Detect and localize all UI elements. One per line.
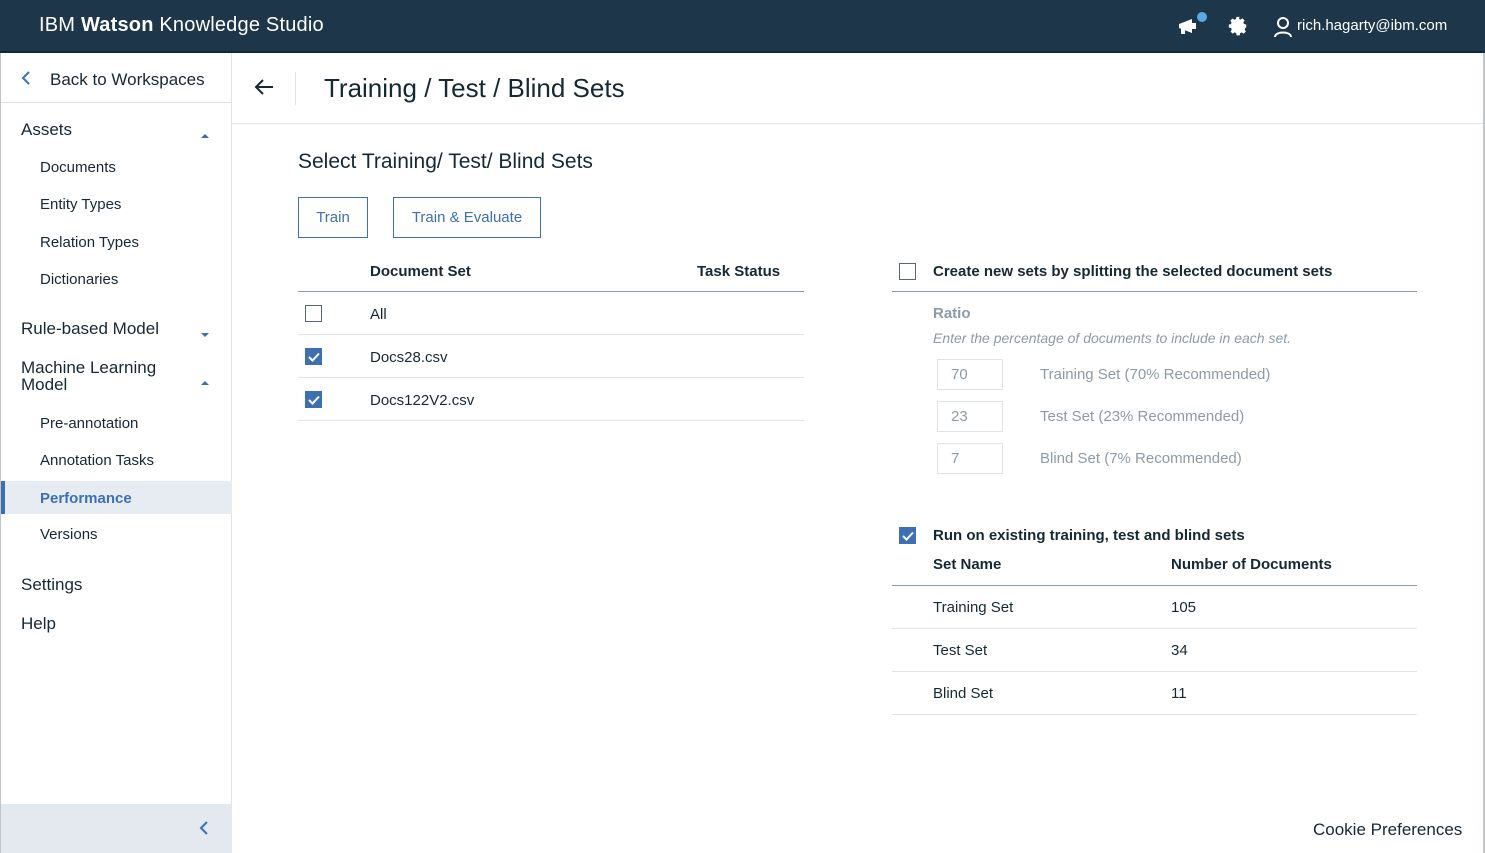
notification-dot (1197, 12, 1207, 22)
document-set-name: Docs122V2.csv (370, 392, 475, 409)
user-icon[interactable] (1274, 16, 1294, 38)
gear-icon[interactable] (1227, 15, 1251, 39)
top-bar: IBM Watson Knowledge Studio rich.hagarty… (0, 0, 1485, 53)
existing-sets-checkbox[interactable] (899, 527, 916, 544)
caret-up-icon[interactable] (200, 373, 210, 385)
existing-sets-label[interactable]: Run on existing training, test and blind… (933, 527, 1245, 544)
set-document-count: 34 (1171, 642, 1188, 659)
split-sets-checkbox[interactable] (899, 263, 916, 280)
app-brand[interactable]: IBM Watson Knowledge Studio (39, 14, 324, 37)
section-title: Select Training/ Test/ Blind Sets (298, 150, 593, 173)
chevron-left-icon (21, 71, 31, 90)
table-row: Test Set 34 (892, 629, 1417, 672)
user-email[interactable]: rich.hagarty@ibm.com (1297, 17, 1447, 34)
sidebar: Back to Workspaces Assets Documents Enti… (0, 53, 232, 853)
sidebar-footer (1, 804, 232, 853)
column-header-set-name: Set Name (933, 556, 1002, 573)
table-row: Blind Set 11 (892, 672, 1417, 715)
collapse-sidebar-icon[interactable] (199, 820, 209, 841)
document-set-table: Document Set Task Status All Docs28.csv … (298, 251, 804, 421)
caret-down-icon[interactable] (200, 325, 210, 337)
set-name: Test Set (933, 642, 988, 659)
blind-ratio-input[interactable]: 7 (937, 443, 1003, 474)
sidebar-item-versions[interactable]: Versions (40, 526, 98, 543)
training-ratio-input[interactable]: 70 (937, 359, 1003, 390)
sidebar-item-pre-annotation[interactable]: Pre-annotation (40, 415, 138, 432)
sidebar-item-entity-types[interactable]: Entity Types (40, 196, 121, 213)
ratio-help-text: Enter the percentage of documents to inc… (933, 330, 1292, 346)
sidebar-item-dictionaries[interactable]: Dictionaries (40, 271, 118, 288)
page-header: Training / Test / Blind Sets (232, 53, 1483, 124)
select-all-checkbox[interactable] (305, 305, 322, 322)
set-document-count: 105 (1171, 599, 1197, 616)
train-evaluate-button[interactable]: Train & Evaluate (393, 197, 541, 238)
sidebar-item-performance-label: Performance (40, 490, 132, 507)
sidebar-item-help[interactable]: Help (21, 614, 56, 634)
document-set-name: Docs28.csv (370, 349, 448, 366)
test-ratio-input[interactable]: 23 (937, 401, 1003, 432)
train-button[interactable]: Train (298, 197, 368, 238)
table-row: Docs122V2.csv (298, 378, 804, 421)
brand-suffix: Knowledge Studio (159, 14, 324, 36)
sidebar-item-relation-types[interactable]: Relation Types (40, 234, 139, 251)
ratio-label: Ratio (933, 305, 971, 322)
test-ratio-label: Test Set (23% Recommended) (1040, 408, 1245, 425)
page-title: Training / Test / Blind Sets (324, 73, 625, 103)
brand-bold: Watson (80, 14, 154, 36)
column-header-task-status[interactable]: Task Status (697, 263, 780, 280)
set-name: Training Set (933, 599, 1014, 616)
training-ratio-label: Training Set (70% Recommended) (1040, 366, 1271, 383)
caret-up-icon[interactable] (200, 126, 210, 138)
sidebar-item-documents[interactable]: Documents (40, 159, 116, 176)
back-to-workspaces-link[interactable]: Back to Workspaces (1, 53, 232, 103)
sidebar-section-rule-based-model[interactable]: Rule-based Model (21, 319, 159, 339)
header-divider (295, 72, 296, 105)
sidebar-section-ml-model[interactable]: Machine Learning Model (21, 359, 156, 393)
back-to-workspaces-label: Back to Workspaces (50, 70, 205, 89)
existing-sets-table: Training Set 105 Test Set 34 Blind Set 1… (892, 586, 1417, 715)
document-set-checkbox[interactable] (305, 348, 322, 365)
table-row: All (298, 292, 804, 335)
column-header-number-of-documents: Number of Documents (1171, 556, 1332, 573)
sidebar-item-settings[interactable]: Settings (21, 575, 82, 595)
set-name: Blind Set (933, 685, 994, 702)
table-row: Training Set 105 (892, 586, 1417, 629)
ml-model-label-line2: Model (21, 375, 68, 394)
blind-ratio-label: Blind Set (7% Recommended) (1040, 450, 1242, 467)
document-set-name: All (370, 306, 387, 323)
split-sets-label[interactable]: Create new sets by splitting the selecte… (933, 263, 1332, 280)
set-document-count: 11 (1171, 685, 1187, 702)
document-set-checkbox[interactable] (305, 391, 322, 408)
split-option-header: Create new sets by splitting the selecte… (892, 251, 1417, 292)
column-header-document-set[interactable]: Document Set (370, 263, 471, 280)
cookie-preferences-link[interactable]: Cookie Preferences (1313, 820, 1462, 840)
arrow-left-icon[interactable] (254, 78, 274, 101)
brand-prefix: IBM (39, 14, 76, 36)
sidebar-item-annotation-tasks[interactable]: Annotation Tasks (40, 452, 154, 469)
sidebar-section-assets[interactable]: Assets (21, 120, 72, 140)
table-header: Document Set Task Status (298, 251, 804, 292)
existing-sets-header: Run on existing training, test and blind… (892, 525, 1417, 586)
table-row: Docs28.csv (298, 335, 804, 378)
